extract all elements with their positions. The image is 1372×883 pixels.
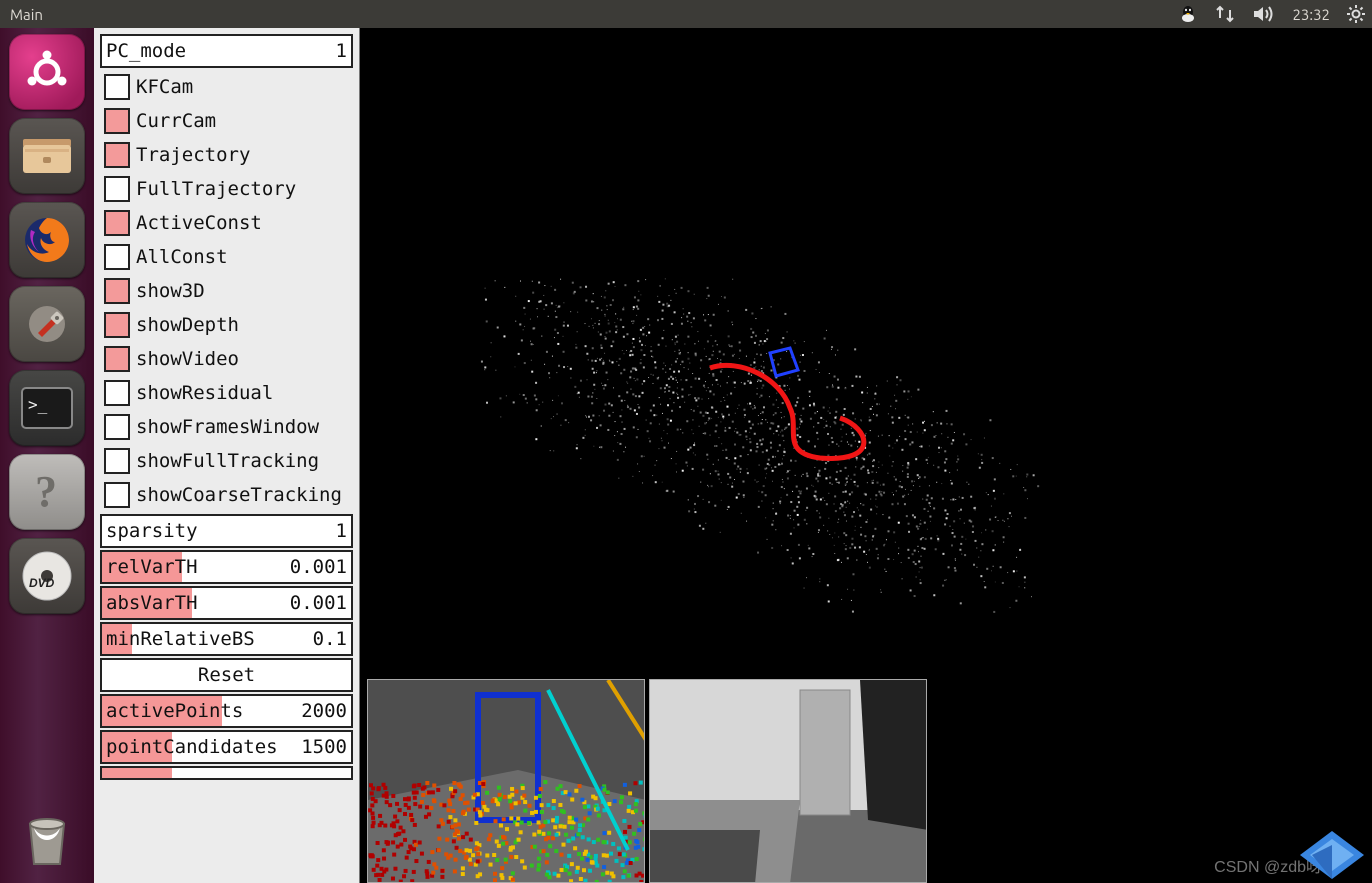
- network-icon[interactable]: [1214, 4, 1236, 24]
- clock[interactable]: 23:32: [1292, 6, 1330, 23]
- sparsity-field[interactable]: sparsity 1: [100, 514, 353, 548]
- checkbox-icon[interactable]: [104, 142, 130, 168]
- gear-icon[interactable]: [1346, 4, 1366, 24]
- launcher-dvd[interactable]: DVD: [9, 538, 85, 614]
- extra-field[interactable]: [100, 766, 353, 780]
- control-panel: PC_mode 1 KFCam CurrCam Trajectory FullTraj…: [94, 28, 360, 883]
- video-view[interactable]: [649, 679, 927, 883]
- check-label: FullTrajectory: [136, 178, 296, 200]
- checkbox-icon[interactable]: [104, 108, 130, 134]
- check-label: ActiveConst: [136, 212, 262, 234]
- check-allconst[interactable]: AllConst: [100, 240, 353, 274]
- check-label: CurrCam: [136, 110, 216, 132]
- launcher-dash[interactable]: [9, 34, 85, 110]
- checkbox-icon[interactable]: [104, 448, 130, 474]
- check-label: showCoarseTracking: [136, 484, 342, 506]
- sparsity-label: sparsity: [106, 520, 336, 542]
- pc-mode-field[interactable]: PC_mode 1: [100, 34, 353, 68]
- checkbox-icon[interactable]: [104, 244, 130, 270]
- checkbox-icon[interactable]: [104, 74, 130, 100]
- check-showvideo[interactable]: showVideo: [100, 342, 353, 376]
- minrelativebs-field[interactable]: minRelativeBS 0.1: [100, 622, 353, 656]
- svg-text:DVD: DVD: [29, 576, 55, 590]
- tux-icon: [1178, 4, 1198, 24]
- main-3d-view[interactable]: CSDN @zdb呀: [360, 28, 1372, 883]
- pointcloud-icon: [480, 278, 1040, 628]
- check-show3d[interactable]: show3D: [100, 274, 353, 308]
- checkbox-icon[interactable]: [104, 278, 130, 304]
- absvarth-label: absVarTH: [106, 592, 290, 614]
- check-activeconst[interactable]: ActiveConst: [100, 206, 353, 240]
- svg-text:?: ?: [35, 467, 57, 516]
- minrelativebs-value: 0.1: [313, 628, 347, 650]
- svg-text:>_: >_: [28, 395, 48, 414]
- check-label: showFullTracking: [136, 450, 319, 472]
- check-label: showDepth: [136, 314, 239, 336]
- check-label: AllConst: [136, 246, 228, 268]
- workspace: >_ ? DVD PC_mode 1 KFCam CurrCam Trajector…: [0, 28, 1372, 883]
- check-label: showVideo: [136, 348, 239, 370]
- check-label: showFramesWindow: [136, 416, 319, 438]
- minrelativebs-label: minRelativeBS: [106, 628, 313, 650]
- launcher: >_ ? DVD: [0, 28, 94, 883]
- launcher-files[interactable]: [9, 118, 85, 194]
- check-trajectory[interactable]: Trajectory: [100, 138, 353, 172]
- pc-mode-label: PC_mode: [106, 40, 336, 62]
- relvarth-label: relVarTH: [106, 556, 290, 578]
- checkbox-icon[interactable]: [104, 380, 130, 406]
- window-title: Main: [10, 6, 43, 23]
- check-showcoarsetracking[interactable]: showCoarseTracking: [100, 478, 353, 512]
- launcher-firefox[interactable]: [9, 202, 85, 278]
- activepoints-label: activePoints: [106, 700, 301, 722]
- pointcandidates-value: 1500: [301, 736, 347, 758]
- sparsity-value: 1: [336, 520, 347, 542]
- check-showframeswindow[interactable]: showFramesWindow: [100, 410, 353, 444]
- pc-mode-value: 1: [336, 40, 347, 62]
- relvarth-field[interactable]: relVarTH 0.001: [100, 550, 353, 584]
- check-showresidual[interactable]: showResidual: [100, 376, 353, 410]
- reset-button[interactable]: Reset: [100, 658, 353, 692]
- check-kfcam[interactable]: KFCam: [100, 70, 353, 104]
- menubar: Main 23:32: [0, 0, 1372, 28]
- reset-label: Reset: [198, 664, 255, 686]
- checkbox-icon[interactable]: [104, 176, 130, 202]
- check-fulltrajectory[interactable]: FullTrajectory: [100, 172, 353, 206]
- system-tray: 23:32: [1178, 4, 1366, 24]
- launcher-terminal[interactable]: >_: [9, 370, 85, 446]
- activepoints-value: 2000: [301, 700, 347, 722]
- watermark-icon: [1292, 827, 1372, 883]
- depth-view[interactable]: [367, 679, 645, 883]
- volume-icon[interactable]: [1252, 4, 1276, 24]
- pointcandidates-label: pointCandidates: [106, 736, 301, 758]
- absvarth-field[interactable]: absVarTH 0.001: [100, 586, 353, 620]
- launcher-help[interactable]: ?: [9, 454, 85, 530]
- check-showdepth[interactable]: showDepth: [100, 308, 353, 342]
- relvarth-value: 0.001: [290, 556, 347, 578]
- checkbox-icon[interactable]: [104, 482, 130, 508]
- checkbox-icon[interactable]: [104, 346, 130, 372]
- check-showfulltracking[interactable]: showFullTracking: [100, 444, 353, 478]
- check-label: showResidual: [136, 382, 273, 404]
- checkbox-icon[interactable]: [104, 210, 130, 236]
- check-label: Trajectory: [136, 144, 250, 166]
- check-label: KFCam: [136, 76, 193, 98]
- launcher-settings[interactable]: [9, 286, 85, 362]
- check-currcam[interactable]: CurrCam: [100, 104, 353, 138]
- activepoints-field[interactable]: activePoints 2000: [100, 694, 353, 728]
- absvarth-value: 0.001: [290, 592, 347, 614]
- check-label: show3D: [136, 280, 205, 302]
- pointcandidates-field[interactable]: pointCandidates 1500: [100, 730, 353, 764]
- launcher-trash[interactable]: [9, 801, 85, 877]
- checkbox-icon[interactable]: [104, 312, 130, 338]
- checkbox-icon[interactable]: [104, 414, 130, 440]
